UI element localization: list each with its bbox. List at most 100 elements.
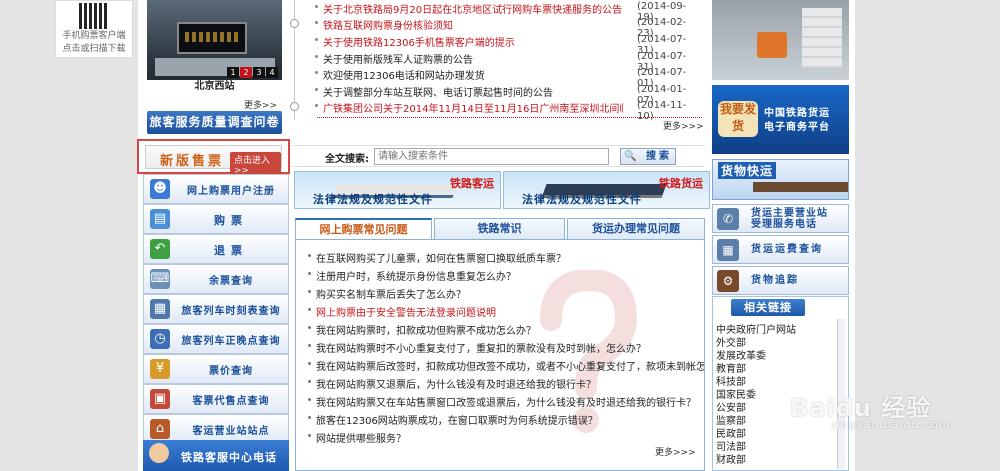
news-divider (317, 116, 702, 118)
more-photos-link[interactable]: 更多>> (244, 98, 277, 111)
button-label: 货物追踪 (751, 275, 799, 286)
freight-fee-query-button[interactable]: ▦ 货运运费查询 (712, 235, 849, 264)
menu-fare[interactable]: ¥ 票价查询 (143, 354, 289, 384)
menu-label: 购票 (214, 214, 248, 227)
faq-question[interactable]: 我在网站购票时不小心重复支付了，重复扣的票款没有及时到帐，怎么办？ (316, 340, 646, 355)
slider-page-4[interactable]: 4 (266, 67, 278, 78)
faq-question[interactable]: 我在网站购票后改签时，扣款成功但改签不成功，或者不小心重复支付了，款项未到帐怎么… (316, 358, 704, 373)
passenger-law-banner[interactable]: 铁路客运 法律法规及规范性文件 (294, 171, 501, 209)
new-ticketing-button[interactable]: 新版售票 点击进入>> (137, 139, 290, 177)
service-survey-button[interactable]: 旅客服务质量调查问卷 (147, 111, 282, 134)
qr-line2: 点击或扫描下载 (62, 44, 126, 54)
faq-item[interactable]: 我在网站购票时不小心重复支付了，重复扣的票款没有及时到帐，怎么办？ (296, 338, 704, 356)
faq-question[interactable]: 网站提供哪些服务？ (316, 430, 406, 445)
news-title[interactable]: 欢迎使用12306电话和网站办理发货 (323, 67, 623, 82)
qr-code-icon (79, 3, 109, 29)
tab-freight-faq[interactable]: 货运办理常见问题 (567, 218, 705, 240)
freight-station-phone-button[interactable]: ✆ 货运主要营业站 受理服务电话 (712, 204, 849, 233)
faq-item[interactable]: 旅客在12306网站购票成功，在窗口取票时为何系统提示错误？ (296, 410, 704, 428)
news-item[interactable]: 广铁集团公司关于2014年11月14日至11月16日广州南至深圳北间临时加...… (290, 99, 702, 122)
menu-label: 退票 (214, 244, 248, 257)
news-item[interactable]: 关于调整部分车站互联网、电话订票起售时间的公告 (2014-01-07) (290, 83, 702, 106)
more-faq-link[interactable]: 更多>>> (655, 445, 696, 458)
bullet-icon (315, 104, 318, 107)
faq-question[interactable]: 在互联网购买了儿童票，如何在售票窗口换取纸质车票？ (316, 250, 566, 265)
freight-law-banner[interactable]: 铁路货运 法律法规及规范性文件 (503, 171, 710, 209)
news-title[interactable]: 关于北京铁路局9月20日起在北京地区试行网购车票快递服务的公告 (323, 1, 623, 16)
menu-register[interactable]: ☻ 网上购票用户注册 (143, 174, 289, 204)
link-item[interactable]: 财政部 (716, 451, 746, 466)
slider-page-3[interactable]: 3 (253, 67, 265, 78)
train-icon: ▦ (150, 299, 170, 319)
forklift-icon (757, 32, 787, 58)
banner-text: 法律法规及规范性文件 (313, 193, 433, 206)
news-title[interactable]: 关于使用铁路12306手机售票客户端的提示 (323, 34, 623, 49)
news-title[interactable]: 关于使用新版残军人证购票的公告 (323, 51, 623, 66)
return-arrow-icon: ↶ (150, 239, 170, 259)
faq-item[interactable]: 我在网站购票后改签时，扣款成功但改签不成功，或者不小心重复支付了，款项未到帐怎么… (296, 356, 704, 374)
more-news-link[interactable]: 更多>>> (663, 119, 704, 132)
news-item[interactable]: 铁路互联网购票身份核验须知 (2014-02-23) (290, 16, 702, 39)
tab-railway-knowledge[interactable]: 铁路常识 (434, 218, 565, 240)
menu-remaining-tickets[interactable]: ⌨ 余票查询 (143, 264, 289, 294)
express-freight-banner[interactable]: 货物快运 (712, 159, 849, 200)
related-links-panel: 相关链接 中央政府门户网站 外交部 发展改革委 教育部 科技部 国家民委 公安部… (712, 296, 849, 471)
news-title[interactable]: 铁路互联网购票身份核验须知 (323, 17, 623, 32)
ship-badge: 我要发货 (718, 101, 758, 137)
freight-train-icon (753, 182, 848, 192)
faq-question[interactable]: 购买实名制车票后丢失了怎么办？ (316, 286, 466, 301)
menu-agency[interactable]: ▣ 客票代售点查询 (143, 384, 289, 414)
slider-page-2[interactable]: 2 (240, 67, 252, 78)
news-item[interactable]: 关于使用新版残军人证购票的公告 (2014-07-31) (290, 50, 702, 73)
search-label: 全文搜索: (325, 154, 369, 165)
bullet-icon (315, 88, 318, 91)
mobile-client-qr[interactable]: 手机购票客户端 点击或扫描下载 (55, 0, 133, 58)
customer-service-banner[interactable]: 铁路客服中心电话 (143, 440, 289, 471)
faq-item[interactable]: 在互联网购买了儿童票，如何在售票窗口换取纸质车票？ (296, 248, 704, 266)
menu-timetable[interactable]: ▦ 旅客列车时刻表查询 (143, 294, 289, 324)
search-input[interactable] (374, 148, 609, 165)
left-gutter (0, 0, 138, 471)
faq-item[interactable]: 我在网站购票又退票后，为什么钱没有及时退还给我的银行卡？ (296, 374, 704, 392)
news-title[interactable]: 关于调整部分车站互联网、电话订票起售时间的公告 (323, 84, 623, 99)
faq-item[interactable]: 我在网站购票又在车站售票窗口改签或退票后，为什么钱没有及时退还给我的银行卡？ (296, 392, 704, 410)
faq-question[interactable]: 我在网站购票又退票后，为什么钱没有及时退还给我的银行卡？ (316, 376, 596, 391)
button-label: 货运运费查询 (751, 244, 823, 255)
faq-item[interactable]: 我在网站购票时，扣款成功但购票不成功怎么办？ (296, 320, 704, 338)
label-line1: 货运主要营业站 (751, 208, 828, 219)
news-item[interactable]: 关于使用铁路12306手机售票客户端的提示 (2014-07-31) (290, 33, 702, 56)
menu-delay-status[interactable]: ◷ 旅客列车正晚点查询 (143, 324, 289, 354)
keyboard-icon: ⌨ (150, 269, 170, 289)
station-icon: ⌂ (150, 419, 170, 439)
freight-ecommerce-banner[interactable]: 我要发货 中国铁路货运 电子商务平台 (712, 85, 849, 154)
bullet-icon (308, 434, 311, 437)
faq-item[interactable]: 网站提供哪些服务？ (296, 428, 704, 446)
tab-online-ticket-faq[interactable]: 网上购票常见问题 (295, 218, 432, 240)
faq-question[interactable]: 我在网站购票时，扣款成功但购票不成功怎么办？ (316, 322, 536, 337)
customer-service-label: 铁路客服中心电话 (181, 451, 277, 464)
faq-item[interactable]: 购买实名制车票后丢失了怎么办？ (296, 284, 704, 302)
faq-item[interactable]: 注册用户时，系统提示身份信息重复怎么办？ (296, 266, 704, 284)
cargo-tracking-button[interactable]: ⚙ 货物追踪 (712, 266, 849, 295)
menu-label: 客运营业站站点 (192, 426, 270, 437)
faq-question[interactable]: 我在网站购票又在车站售票窗口改签或退票后，为什么钱没有及时退还给我的银行卡？ (316, 394, 696, 409)
faq-item[interactable]: 网上购票由于安全警告无法登录问题说明 (296, 302, 704, 320)
menu-label: 客票代售点查询 (192, 396, 270, 407)
station-display-screen (177, 22, 247, 54)
search-button[interactable]: 🔍 搜索 (620, 148, 676, 165)
menu-refund[interactable]: ↶ 退票 (143, 234, 289, 264)
bullet-icon (315, 21, 318, 24)
faq-question[interactable]: 旅客在12306网站购票成功，在窗口取票时为何系统提示错误？ (316, 412, 598, 427)
news-item[interactable]: 欢迎使用12306电话和网站办理发货 (2014-07-01) (290, 66, 702, 89)
news-item[interactable]: 关于北京铁路局9月20日起在北京地区试行网购车票快递服务的公告 (2014-09-… (290, 0, 702, 23)
news-title[interactable]: 广铁集团公司关于2014年11月14日至11月16日广州南至深圳北间临时加... (323, 100, 623, 115)
menu-buy-ticket[interactable]: ▤ 购票 (143, 204, 289, 234)
bullet-icon (308, 326, 311, 329)
user-icon: ☻ (150, 179, 170, 199)
bullet-icon (315, 71, 318, 74)
search-icon: 🔍 (624, 151, 640, 162)
faq-question[interactable]: 注册用户时，系统提示身份信息重复怎么办？ (316, 268, 516, 283)
slider-page-1[interactable]: 1 (227, 67, 239, 78)
faq-question[interactable]: 网上购票由于安全警告无法登录问题说明 (316, 304, 496, 319)
station-photo-slider[interactable]: 1 2 3 4 北京西站 (147, 0, 282, 94)
